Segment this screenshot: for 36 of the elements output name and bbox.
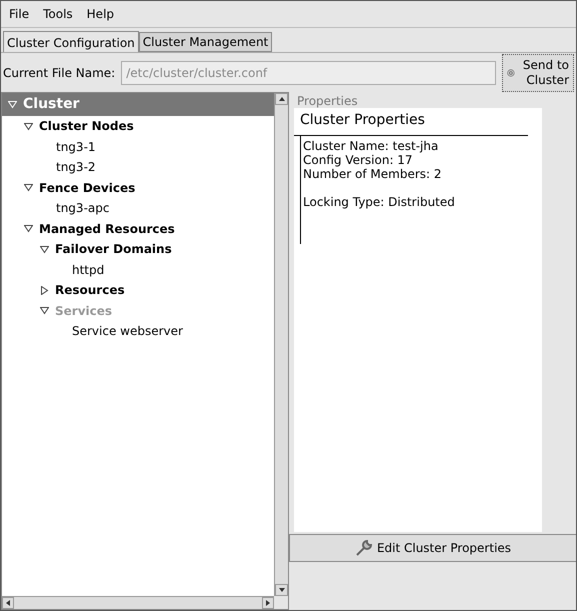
tree-item[interactable]: Failover Domains xyxy=(2,239,274,260)
field-label: Current File Name: xyxy=(3,64,116,82)
tree-item[interactable]: Cluster Nodes xyxy=(2,116,274,136)
expanded-triangle-icon[interactable] xyxy=(24,224,33,234)
menu-item[interactable]: File xyxy=(9,5,30,23)
down-arrow-icon xyxy=(278,588,284,592)
send-to-cluster-button[interactable]: Send to Cluster xyxy=(502,54,574,92)
expanded-triangle-icon[interactable] xyxy=(24,122,33,131)
expanded-triangle-icon[interactable] xyxy=(40,244,49,254)
tree-item[interactable]: Fence Devices xyxy=(2,178,274,198)
up-arrow-icon xyxy=(278,97,284,101)
tree-item[interactable]: Managed Resources xyxy=(2,218,274,239)
tab[interactable]: Cluster Management xyxy=(138,32,272,52)
tree-item[interactable]: Resources xyxy=(2,280,274,300)
tab[interactable]: Cluster Configuration xyxy=(3,31,139,53)
property-line: Number of Members: 2 xyxy=(303,167,443,181)
panel-title: Cluster Properties xyxy=(300,112,425,128)
property-line: Config Version: 17 xyxy=(303,153,414,167)
tree-item[interactable]: tng3-apc xyxy=(2,198,274,218)
property-line: Locking Type: Distributed xyxy=(303,195,456,209)
tree-item[interactable]: tng3-1 xyxy=(2,136,274,157)
tree-item[interactable]: httpd xyxy=(2,260,274,280)
horizontal-scrollbar[interactable] xyxy=(2,596,274,609)
edit-cluster-properties-button[interactable]: Edit Cluster Properties xyxy=(289,534,576,562)
left-arrow-icon xyxy=(6,600,10,606)
wrench-icon xyxy=(354,539,373,557)
property-line: Cluster Name: test-jha xyxy=(303,139,440,153)
menu-item[interactable]: Tools xyxy=(43,5,73,23)
right-arrow-icon xyxy=(266,600,270,606)
expanded-triangle-icon[interactable] xyxy=(24,183,33,192)
vertical-scrollbar[interactable] xyxy=(274,93,288,596)
tree-item[interactable]: Cluster xyxy=(2,93,274,116)
menu-item[interactable]: Help xyxy=(86,5,114,23)
collapsed-triangle-icon[interactable] xyxy=(40,286,49,295)
tree-item[interactable]: tng3-2 xyxy=(2,157,274,178)
group-label: Properties xyxy=(297,94,359,108)
